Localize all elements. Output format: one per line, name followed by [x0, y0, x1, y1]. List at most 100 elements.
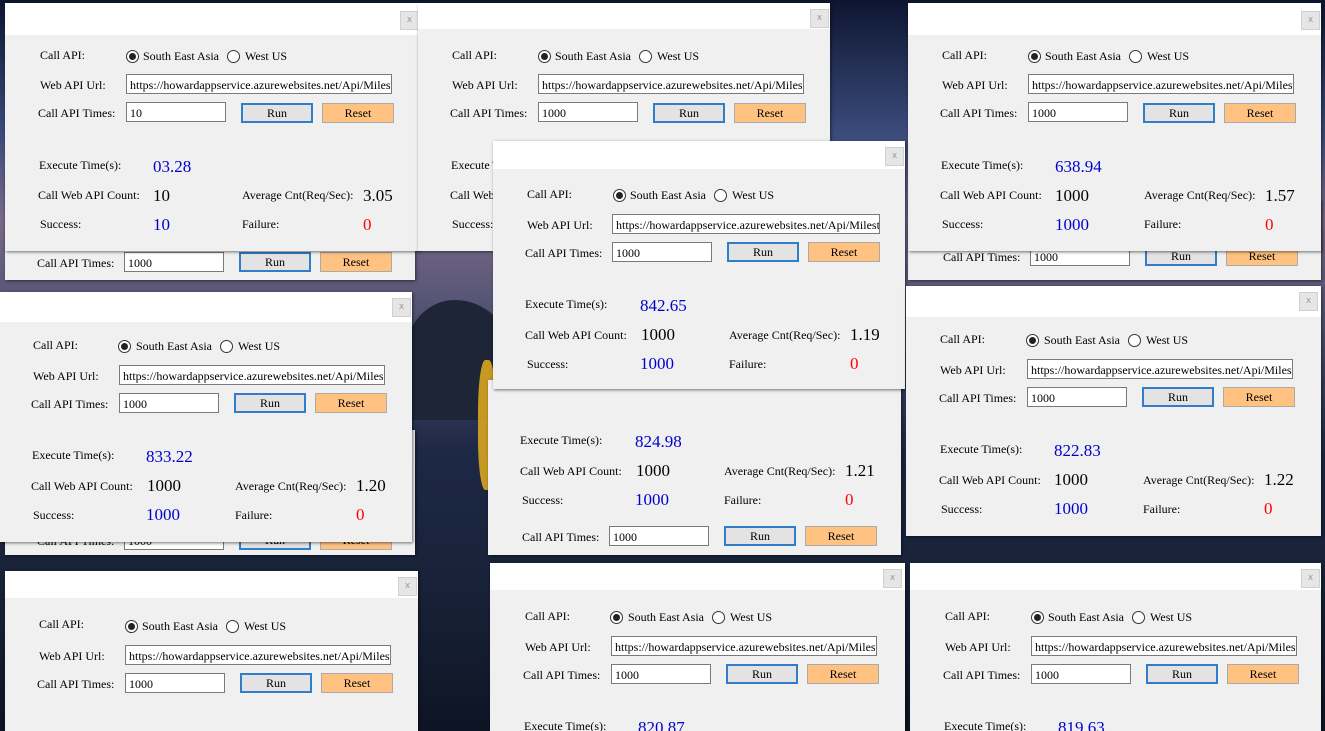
- call-api-label: Call API:: [39, 617, 85, 631]
- reset-button[interactable]: Reset: [1223, 387, 1295, 407]
- run-button[interactable]: Run: [1142, 387, 1214, 407]
- reset-button[interactable]: Reset: [322, 103, 394, 123]
- call-api-times-input[interactable]: 1000: [1028, 102, 1128, 122]
- api-test-window: x Call API: South East Asia West US Web …: [910, 563, 1321, 731]
- success-label: Success:: [33, 508, 75, 522]
- close-icon[interactable]: x: [885, 147, 904, 166]
- close-icon[interactable]: x: [1301, 11, 1320, 30]
- run-button[interactable]: Run: [1143, 103, 1215, 123]
- reset-button[interactable]: Reset: [320, 252, 392, 272]
- region-wus-radio[interactable]: [1128, 334, 1141, 347]
- run-button[interactable]: Run: [726, 664, 798, 684]
- call-api-times-input[interactable]: 1000: [612, 242, 712, 262]
- close-icon[interactable]: x: [398, 577, 417, 596]
- region-wus-radio[interactable]: [712, 611, 725, 624]
- web-api-url-input[interactable]: https://howardappservice.azurewebsites.n…: [125, 645, 391, 665]
- region-wus-label: West US: [730, 610, 773, 624]
- execute-time-value: 819.63: [1058, 718, 1105, 731]
- region-sea-radio[interactable]: [1026, 334, 1039, 347]
- run-button[interactable]: Run: [241, 103, 313, 123]
- execute-time-value: 842.65: [640, 296, 687, 315]
- reset-button[interactable]: Reset: [1224, 103, 1296, 123]
- region-sea-radio[interactable]: [538, 50, 551, 63]
- region-wus-radio[interactable]: [1132, 611, 1145, 624]
- region-wus-radio[interactable]: [639, 50, 652, 63]
- run-button[interactable]: Run: [240, 673, 312, 693]
- region-wus-radio[interactable]: [1129, 50, 1142, 63]
- web-api-url-label: Web API Url:: [452, 78, 518, 92]
- call-api-times-input[interactable]: 1000: [611, 664, 711, 684]
- success-label: Success:: [941, 502, 983, 516]
- close-icon[interactable]: x: [1299, 292, 1318, 311]
- call-api-times-label: Call API Times:: [37, 256, 115, 270]
- region-sea-radio[interactable]: [1031, 611, 1044, 624]
- average-value: 1.20: [356, 476, 386, 495]
- web-api-url-input[interactable]: https://howardappservice.azurewebsites.n…: [1027, 359, 1293, 379]
- execute-time-value: 03.28: [153, 157, 192, 176]
- call-count-value: 1000: [1054, 470, 1088, 489]
- region-sea-radio[interactable]: [610, 611, 623, 624]
- run-button[interactable]: Run: [1146, 664, 1218, 684]
- call-api-times-input[interactable]: 1000: [125, 673, 225, 693]
- region-wus-label: West US: [1150, 610, 1193, 624]
- api-test-window: Execute Time(s): 824.98 Call Web API Cou…: [488, 380, 901, 555]
- web-api-url-label: Web API Url:: [33, 369, 99, 383]
- title-bar: [493, 141, 905, 169]
- region-wus-radio[interactable]: [220, 340, 233, 353]
- call-api-times-input[interactable]: 1000: [124, 252, 224, 272]
- title-bar: [418, 3, 830, 29]
- failure-value: 0: [1264, 499, 1273, 518]
- reset-button[interactable]: Reset: [805, 526, 877, 546]
- region-sea-radio[interactable]: [613, 189, 626, 202]
- call-api-times-label: Call API Times:: [37, 677, 115, 691]
- close-icon[interactable]: x: [1301, 569, 1320, 588]
- close-icon[interactable]: x: [392, 298, 411, 317]
- region-wus-radio[interactable]: [227, 50, 240, 63]
- failure-label: Failure:: [724, 493, 762, 507]
- region-sea-radio[interactable]: [126, 50, 139, 63]
- web-api-url-label: Web API Url:: [525, 640, 591, 654]
- title-bar: [5, 3, 420, 35]
- call-count-value: 1000: [147, 476, 181, 495]
- call-api-label: Call API:: [945, 609, 991, 623]
- close-icon[interactable]: x: [810, 9, 829, 28]
- region-sea-radio[interactable]: [125, 620, 138, 633]
- reset-button[interactable]: Reset: [807, 664, 879, 684]
- call-api-times-input[interactable]: 10: [126, 102, 226, 122]
- region-wus-label: West US: [1146, 333, 1189, 347]
- run-button[interactable]: Run: [653, 103, 725, 123]
- region-wus-radio[interactable]: [226, 620, 239, 633]
- call-api-times-input[interactable]: 1000: [1027, 387, 1127, 407]
- web-api-url-input[interactable]: https://howardappservice.azurewebsites.n…: [1031, 636, 1297, 656]
- web-api-url-input[interactable]: https://howardappservice.azurewebsites.n…: [1028, 74, 1294, 94]
- call-api-times-input[interactable]: 1000: [609, 526, 709, 546]
- run-button[interactable]: Run: [239, 252, 311, 272]
- web-api-url-input[interactable]: https://howardappservice.azurewebsites.n…: [612, 214, 880, 234]
- close-icon[interactable]: x: [400, 11, 419, 30]
- reset-button[interactable]: Reset: [808, 242, 880, 262]
- reset-button[interactable]: Reset: [315, 393, 387, 413]
- web-api-url-input[interactable]: https://howardappservice.azurewebsites.n…: [538, 74, 804, 94]
- web-api-url-input[interactable]: https://howardappservice.azurewebsites.n…: [611, 636, 877, 656]
- call-api-times-input[interactable]: 1000: [1031, 664, 1131, 684]
- run-button[interactable]: Run: [727, 242, 799, 262]
- region-sea-radio[interactable]: [118, 340, 131, 353]
- close-icon[interactable]: x: [883, 569, 902, 588]
- web-api-url-input[interactable]: https://howardappservice.azurewebsites.n…: [119, 365, 385, 385]
- run-button[interactable]: Run: [234, 393, 306, 413]
- web-api-url-input[interactable]: https://howardappservice.azurewebsites.n…: [126, 74, 392, 94]
- reset-button[interactable]: Reset: [321, 673, 393, 693]
- region-wus-radio[interactable]: [714, 189, 727, 202]
- call-count-label: Call Web API Count:: [31, 479, 133, 493]
- success-value: 1000: [1055, 215, 1089, 234]
- call-api-times-input[interactable]: 1000: [538, 102, 638, 122]
- reset-button[interactable]: Reset: [1227, 664, 1299, 684]
- region-sea-radio[interactable]: [1028, 50, 1041, 63]
- run-button[interactable]: Run: [724, 526, 796, 546]
- call-api-times-input[interactable]: 1000: [119, 393, 219, 413]
- reset-button[interactable]: Reset: [734, 103, 806, 123]
- web-api-url-label: Web API Url:: [945, 640, 1011, 654]
- call-count-value: 1000: [636, 461, 670, 480]
- web-api-url-label: Web API Url:: [527, 218, 593, 232]
- call-api-times-label: Call API Times:: [939, 391, 1017, 405]
